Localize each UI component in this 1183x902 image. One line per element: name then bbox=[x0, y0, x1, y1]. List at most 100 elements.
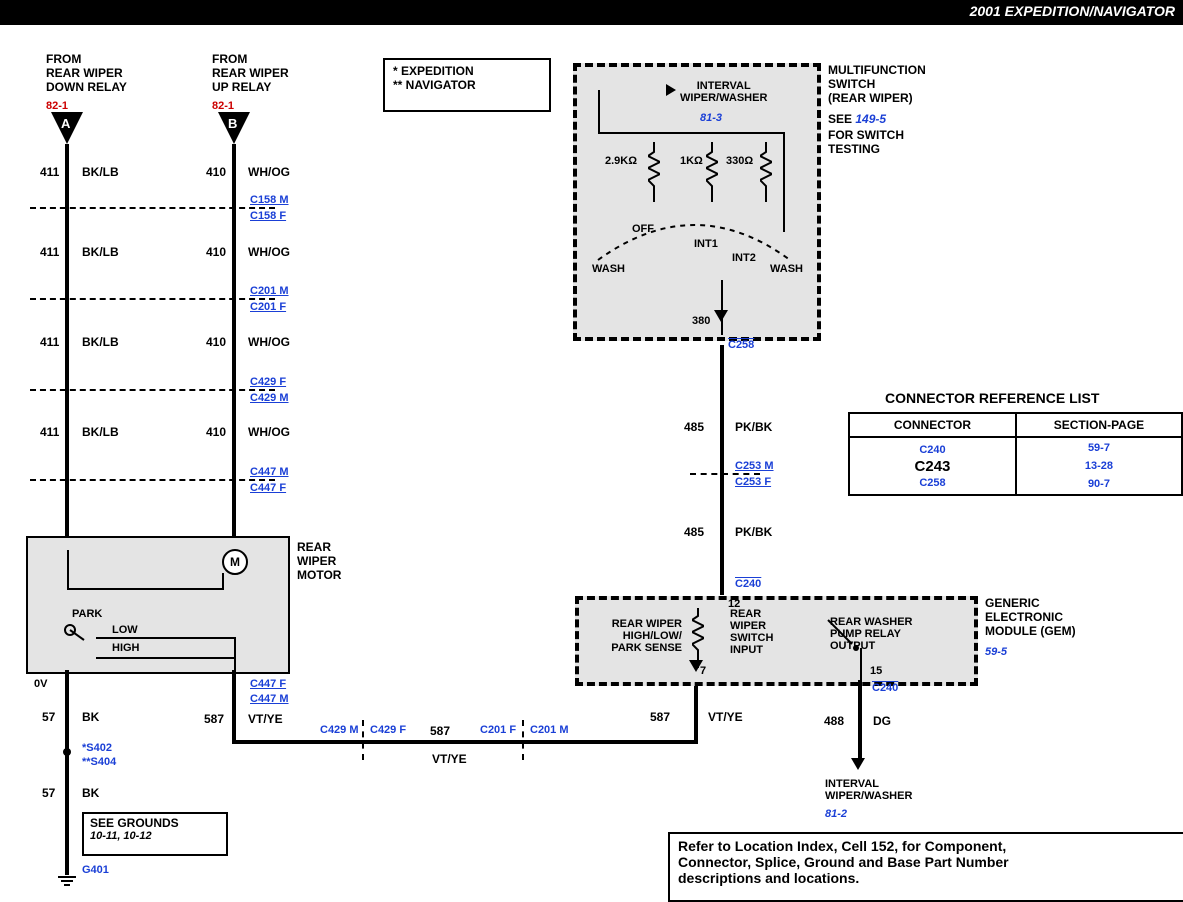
gem-ref: 59-5 bbox=[985, 646, 1007, 658]
c447f: C447 F bbox=[250, 482, 286, 494]
gem-p15-v bbox=[860, 648, 862, 680]
c201f: C201 F bbox=[250, 301, 286, 313]
motor-int-h bbox=[67, 588, 222, 590]
multi-interval-ref: 81-3 bbox=[700, 112, 722, 124]
vtye-c-2: VT/YE bbox=[432, 752, 467, 766]
vtye-c-3: VT/YE bbox=[708, 710, 743, 724]
vtye-587-1: 587 bbox=[204, 712, 224, 726]
rt-h2: SECTION-PAGE bbox=[1016, 413, 1182, 437]
s402: *S402 bbox=[82, 742, 112, 754]
c447m: C447 M bbox=[250, 466, 289, 478]
vtye-587-2: 587 bbox=[430, 724, 450, 738]
wb-c-1: WH/OG bbox=[248, 165, 290, 179]
motor-label: REAR WIPER MOTOR bbox=[297, 540, 341, 582]
vtye-c429m: C429 M bbox=[320, 724, 359, 736]
r2: 1KΩ bbox=[680, 155, 703, 167]
pkbk-c-2: PK/BK bbox=[735, 525, 772, 539]
res1 bbox=[648, 142, 660, 202]
park-switch-icon bbox=[62, 622, 86, 646]
wb-410-1: 410 bbox=[206, 165, 226, 179]
vtye-c201f: C201 F bbox=[480, 724, 516, 736]
multi-com-arrow bbox=[714, 310, 728, 322]
r3: 330Ω bbox=[726, 155, 753, 167]
rt-r2c2: 13-28 bbox=[1027, 460, 1171, 472]
c240: C240 bbox=[735, 578, 761, 590]
multi-see-w: SEE bbox=[828, 112, 852, 126]
dg-488: 488 bbox=[824, 714, 844, 728]
res3 bbox=[760, 142, 772, 202]
pkbk-485-2: 485 bbox=[684, 525, 704, 539]
wa-c-3: BK/LB bbox=[82, 335, 119, 349]
wa-411-3: 411 bbox=[40, 335, 59, 349]
gem-p15: 15 bbox=[870, 665, 882, 677]
gem-title: GENERIC ELECTRONIC MODULE (GEM) bbox=[985, 596, 1076, 638]
wa-c-4: BK/LB bbox=[82, 425, 119, 439]
ov: 0V bbox=[34, 678, 47, 690]
dg-lbl: INTERVAL WIPER/WASHER bbox=[825, 778, 912, 802]
g57-2: 57 bbox=[42, 786, 55, 800]
c201m: C201 M bbox=[250, 285, 289, 297]
vtye-c447m: C447 M bbox=[250, 693, 289, 705]
c158m: C158 M bbox=[250, 194, 289, 206]
motor-park: PARK bbox=[72, 608, 102, 620]
wire-b bbox=[232, 144, 236, 536]
dash-vtye-2 bbox=[522, 720, 524, 760]
multi-rest: FOR SWITCH TESTING bbox=[828, 128, 904, 156]
wire-ground bbox=[65, 670, 69, 875]
c253m: C253 M bbox=[735, 460, 774, 472]
wire-pkbk bbox=[720, 345, 724, 595]
splice-dot bbox=[63, 748, 71, 756]
relay-a-letter: A bbox=[61, 116, 70, 131]
s404: **S404 bbox=[82, 756, 116, 768]
wb-c-3: WH/OG bbox=[248, 335, 290, 349]
multi-arrow bbox=[666, 84, 676, 96]
motor-int-v bbox=[67, 550, 69, 590]
motor-right-v bbox=[234, 637, 236, 670]
gbk-1: BK bbox=[82, 710, 99, 724]
dash-vtye-1 bbox=[362, 720, 364, 760]
vtye-587-3: 587 bbox=[650, 710, 670, 724]
multi-interval: INTERVAL WIPER/WASHER bbox=[680, 80, 767, 104]
rt-r1c2: 59-7 bbox=[1027, 442, 1171, 454]
wire-a bbox=[65, 144, 69, 536]
motor-box bbox=[26, 536, 290, 674]
wire-vtye-v bbox=[232, 670, 236, 742]
relay-a-label: FROM REAR WIPER DOWN RELAY bbox=[46, 52, 127, 94]
vtye-c-1: VT/YE bbox=[248, 712, 283, 726]
c258: C258 bbox=[728, 339, 754, 351]
relay-a-ref: 82-1 bbox=[46, 100, 68, 112]
see-grounds: SEE GROUNDS 10-11, 10-12 bbox=[82, 812, 228, 856]
gem-c240b: C240 bbox=[872, 682, 898, 694]
vtye-c429f: C429 F bbox=[370, 724, 406, 736]
page-header: 2001 EXPEDITION/NAVIGATOR bbox=[0, 0, 1183, 25]
dash-c447 bbox=[30, 479, 275, 481]
vtye-c447f: C447 F bbox=[250, 678, 286, 690]
gem-b: REAR WIPER SWITCH INPUT bbox=[730, 608, 773, 656]
gem-a-arr bbox=[689, 660, 703, 672]
dash-c158 bbox=[30, 207, 275, 209]
gem-relay-icon bbox=[820, 612, 870, 662]
relay-b-letter: B bbox=[228, 116, 237, 131]
r1: 2.9KΩ bbox=[605, 155, 637, 167]
motor-low: LOW bbox=[112, 624, 138, 636]
motor-high: HIGH bbox=[112, 642, 140, 654]
g401: G401 bbox=[82, 864, 109, 876]
footnote-text: Refer to Location Index, Cell 152, for C… bbox=[678, 838, 1009, 886]
multi-see-ref: 149-5 bbox=[855, 112, 886, 126]
rt-r2c1: C243 bbox=[860, 458, 1005, 475]
wa-411-2: 411 bbox=[40, 245, 59, 259]
relay-b-label: FROM REAR WIPER UP RELAY bbox=[212, 52, 289, 94]
res2 bbox=[706, 142, 718, 202]
relay-b-ref: 82-1 bbox=[212, 100, 234, 112]
c429m: C429 M bbox=[250, 392, 289, 404]
motor-high-line bbox=[96, 657, 234, 659]
wb-410-2: 410 bbox=[206, 245, 226, 259]
c429f: C429 F bbox=[250, 376, 286, 388]
wa-411-1: 411 bbox=[40, 165, 59, 179]
multi-left-v bbox=[598, 90, 600, 132]
gbk-2: BK bbox=[82, 786, 99, 800]
relay-a-triangle: A bbox=[51, 112, 83, 144]
header-title: 2001 EXPEDITION/NAVIGATOR bbox=[970, 3, 1175, 19]
gem-p12: 12 bbox=[728, 598, 740, 610]
motor-m: M bbox=[222, 549, 248, 575]
